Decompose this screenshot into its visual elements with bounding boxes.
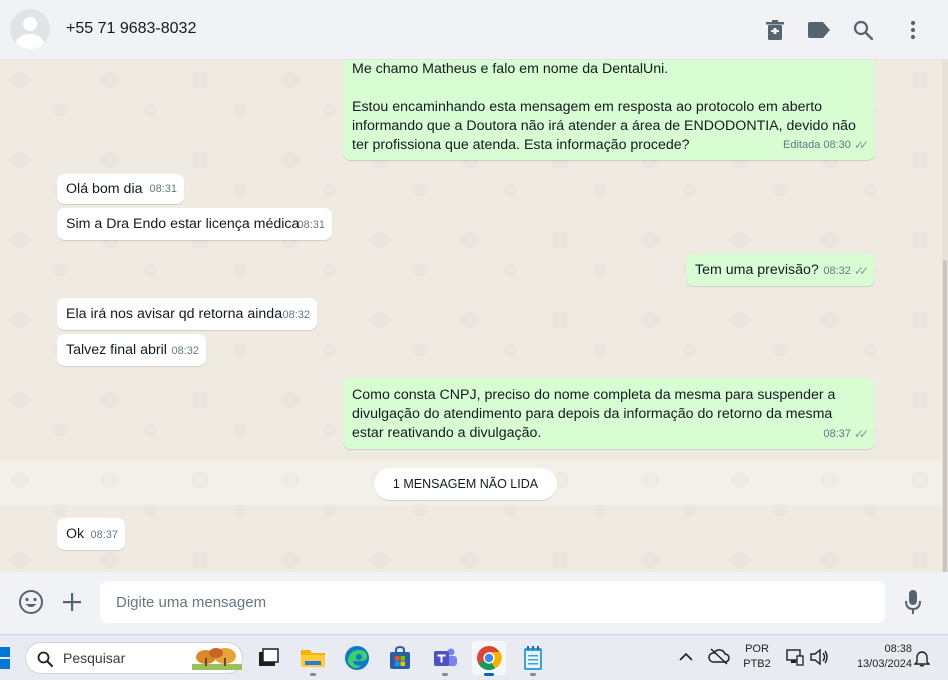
search-label: Pesquisar (63, 650, 126, 666)
message-meta: 08:32 (171, 342, 199, 361)
microphone-icon[interactable] (899, 588, 927, 616)
chat-header: +55 71 9683-8032 (0, 0, 948, 60)
message-outgoing[interactable]: Me chamo Matheus e falo em nome da Denta… (343, 60, 875, 160)
search-highlight-icon (192, 648, 242, 670)
message-text: Ok (66, 526, 85, 542)
message-outgoing[interactable]: Tem uma previsão? 08:32 ✓✓ (686, 254, 875, 286)
active-indicator (484, 673, 494, 676)
message-text: Olá bom dia (66, 181, 143, 197)
double-check-icon: ✓✓ (853, 427, 869, 441)
message-input[interactable] (100, 581, 885, 623)
attach-plus-icon[interactable] (58, 588, 86, 616)
chrome-icon[interactable] (472, 641, 506, 676)
message-meta: Editada 08:30 ✓✓ (783, 136, 869, 155)
clock-time: 08:38 (884, 643, 912, 655)
message-text: Como consta CNPJ, preciso do nome comple… (352, 387, 840, 441)
onedrive-offline-icon[interactable] (708, 647, 730, 670)
message-meta: 08:37 (90, 526, 118, 545)
edge-icon[interactable] (340, 641, 374, 675)
message-time: 08:32 (282, 309, 310, 321)
notepad-icon[interactable] (516, 641, 550, 676)
message-time: Editada 08:30 (783, 139, 851, 151)
taskbar-search[interactable]: Pesquisar (25, 642, 243, 674)
emoji-icon[interactable] (17, 588, 45, 616)
message-text: Tem uma previsão? (695, 262, 819, 278)
message-meta: 08:32 ✓✓ (823, 262, 869, 281)
teams-icon[interactable] (428, 641, 462, 676)
volume-icon[interactable] (809, 648, 829, 671)
windows-start-icon[interactable] (0, 647, 12, 669)
chat-area[interactable]: Me chamo Matheus e falo em nome da Denta… (0, 60, 948, 572)
unread-messages-badge: 1 MENSAGEM NÃO LIDA (374, 468, 557, 500)
message-incoming[interactable]: Ok 08:37 (57, 518, 125, 550)
composer (0, 572, 948, 634)
message-meta: 08:37 ✓✓ (823, 425, 869, 444)
double-check-icon: ✓✓ (853, 264, 869, 278)
search-icon[interactable] (851, 18, 875, 42)
notification-bell-icon[interactable] (913, 649, 931, 672)
taskbar: Pesquisar POR PTB2 08:38 13/03/2024 (0, 634, 948, 680)
search-icon (37, 651, 53, 667)
message-time: 08:32 (171, 345, 199, 357)
double-check-icon: ✓✓ (853, 138, 869, 152)
message-meta: 08:32 (282, 306, 310, 325)
task-view-icon[interactable] (251, 641, 285, 675)
delete-icon[interactable] (763, 18, 787, 42)
input-language-indicator[interactable]: POR PTB2 (740, 643, 774, 670)
message-incoming[interactable]: Sim a Dra Endo estar licença médica 08:3… (57, 208, 332, 240)
clock[interactable]: 08:38 13/03/2024 (838, 643, 912, 670)
language-code: POR (745, 643, 769, 655)
contact-avatar[interactable] (10, 9, 50, 49)
message-time: 08:31 (297, 219, 325, 231)
store-icon[interactable] (383, 641, 417, 675)
message-time: 08:37 (823, 428, 851, 440)
message-time: 08:32 (823, 265, 851, 277)
file-explorer-icon[interactable] (296, 641, 330, 676)
network-icon[interactable] (786, 648, 804, 671)
scrollbar-thumb[interactable] (943, 260, 947, 620)
contact-name[interactable]: +55 71 9683-8032 (66, 20, 196, 38)
message-outgoing[interactable]: Como consta CNPJ, preciso do nome comple… (343, 378, 875, 449)
message-text: Sim a Dra Endo estar licença médica (66, 216, 300, 232)
message-time: 08:31 (149, 183, 177, 195)
message-incoming[interactable]: Olá bom dia 08:31 (57, 174, 184, 204)
message-incoming[interactable]: Talvez final abril 08:32 (57, 334, 206, 366)
message-text: Ela irá nos avisar qd retorna ainda (66, 306, 283, 322)
message-meta: 08:31 (149, 180, 177, 199)
running-indicator (442, 673, 448, 676)
keyboard-layout: PTB2 (743, 658, 771, 670)
label-icon[interactable] (807, 18, 831, 42)
message-incoming[interactable]: Ela irá nos avisar qd retorna ainda 08:3… (57, 298, 317, 330)
clock-date: 13/03/2024 (856, 658, 912, 670)
chat-scrollbar[interactable] (942, 60, 948, 620)
message-time: 08:37 (90, 529, 118, 541)
message-text: Talvez final abril (66, 342, 167, 358)
running-indicator (530, 673, 536, 676)
menu-icon[interactable] (901, 18, 925, 42)
message-meta: 08:31 (297, 216, 325, 235)
running-indicator (310, 673, 316, 676)
show-hidden-icons-chevron-icon[interactable] (679, 649, 693, 667)
